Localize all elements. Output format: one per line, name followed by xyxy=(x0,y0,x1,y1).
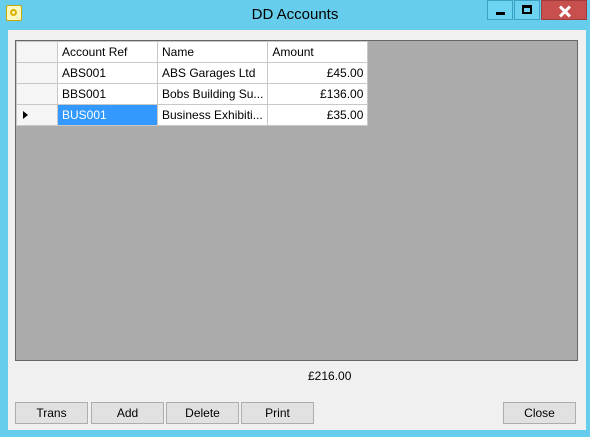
row-header[interactable] xyxy=(16,104,58,126)
cell-amount[interactable]: £136.00 xyxy=(267,83,369,105)
accounts-table: Account Ref Name Amount ABS001 ABS Garag… xyxy=(16,41,369,126)
row-header[interactable] xyxy=(16,62,58,84)
current-row-arrow-icon xyxy=(23,111,28,119)
total-amount: £216.00 xyxy=(308,369,352,383)
cell-account-ref[interactable]: BUS001 xyxy=(57,104,158,126)
trans-button[interactable]: Trans xyxy=(15,402,88,424)
column-header-account-ref[interactable]: Account Ref xyxy=(57,41,158,63)
table-row[interactable]: BUS001 Business Exhibiti... £35.00 xyxy=(16,104,369,126)
column-header-amount[interactable]: Amount xyxy=(267,41,369,63)
table-row[interactable]: ABS001 ABS Garages Ltd £45.00 xyxy=(16,62,369,84)
client-area: Account Ref Name Amount ABS001 ABS Garag… xyxy=(8,30,586,430)
title-bar[interactable]: DD Accounts xyxy=(0,0,590,30)
cell-amount[interactable]: £35.00 xyxy=(267,104,369,126)
print-button[interactable]: Print xyxy=(241,402,314,424)
cell-amount[interactable]: £45.00 xyxy=(267,62,369,84)
table-row[interactable]: BBS001 Bobs Building Su... £136.00 xyxy=(16,83,369,105)
maximize-icon[interactable] xyxy=(514,0,540,20)
add-button[interactable]: Add xyxy=(91,402,164,424)
column-header-name[interactable]: Name xyxy=(156,41,269,63)
minimize-icon[interactable] xyxy=(487,0,513,20)
row-header[interactable] xyxy=(16,83,58,105)
cell-name[interactable]: Bobs Building Su... xyxy=(156,83,269,105)
cell-name[interactable]: Business Exhibiti... xyxy=(156,104,269,126)
close-window-icon[interactable] xyxy=(541,0,587,20)
delete-button[interactable]: Delete xyxy=(166,402,239,424)
cell-account-ref[interactable]: ABS001 xyxy=(57,62,158,84)
header-row: Account Ref Name Amount xyxy=(16,41,369,63)
accounts-grid[interactable]: Account Ref Name Amount ABS001 ABS Garag… xyxy=(15,40,578,361)
close-button[interactable]: Close xyxy=(503,402,576,424)
corner-header[interactable] xyxy=(16,41,58,63)
dd-accounts-window: DD Accounts Account Ref Name Amount ABS0… xyxy=(0,0,590,437)
cell-account-ref[interactable]: BBS001 xyxy=(57,83,158,105)
cell-name[interactable]: ABS Garages Ltd xyxy=(156,62,269,84)
